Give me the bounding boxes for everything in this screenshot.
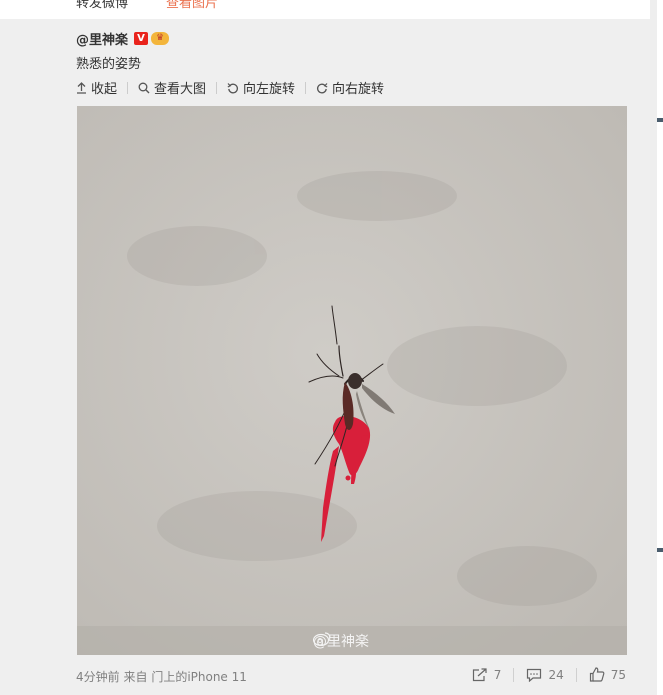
like-count: 75 [610,667,626,682]
member-crown-icon[interactable]: ♛ [151,32,170,45]
mosquito-photo [77,106,627,655]
rotate-left-button[interactable]: 向左旋转 [227,78,295,97]
image-toolbar: 收起 查看大图 向左旋转 向右旋转 [76,78,384,97]
rotate-left-icon [227,82,239,93]
post-text: 熟悉的姿势 [76,57,142,72]
comment-count: 24 [548,667,564,682]
toolbar-divider [305,81,307,94]
thumbs-up-icon [589,667,605,682]
repost-count: 7 [493,667,502,682]
comment-button[interactable]: 24 [526,667,564,682]
collapse-button[interactable]: 收起 [76,78,117,97]
collapse-label: 收起 [91,82,118,97]
weibo-logo-icon [313,632,331,646]
post-source[interactable]: 门上的iPhone 11 [151,670,247,684]
comment-icon [527,668,542,682]
repost-icon [472,667,487,681]
source-from-label: 来自 [123,670,148,684]
search-icon [138,82,150,93]
repost-label: 转发微博 [76,0,129,11]
panel-marker [657,548,663,552]
author-row: @里神楽 V ♛ [76,29,170,48]
panel-marker [657,118,663,122]
post-image[interactable]: @里神楽 [77,106,627,655]
repost-button[interactable]: 7 [472,667,502,682]
rotate-right-icon [317,82,328,93]
post-meta: 4分钟前 来自 门上的iPhone 11 [76,668,247,685]
verified-badge-icon[interactable]: V [134,32,149,45]
image-watermark: @里神楽 [313,631,369,651]
repost-card: @里神楽 V ♛ 熟悉的姿势 收起 查看大图 向左旋转 向右旋转 @里神楽 4分… [0,19,650,695]
right-panel-edge [657,0,663,695]
footer-divider [513,667,515,682]
collapse-up-icon [77,81,86,94]
view-large-button[interactable]: 查看大图 [138,78,206,97]
post-actions: 7 24 75 [472,667,626,682]
toolbar-divider [216,81,218,94]
rotate-right-button[interactable]: 向右旋转 [316,78,384,97]
rotate-right-label: 向右旋转 [332,82,385,97]
footer-divider [575,667,577,682]
view-large-label: 查看大图 [154,82,207,97]
toolbar-divider [127,81,129,94]
rotate-left-label: 向左旋转 [243,82,296,97]
post-time[interactable]: 4分钟前 [76,670,120,684]
author-link[interactable]: @里神楽 [76,29,128,48]
like-button[interactable]: 75 [589,667,626,682]
previous-post-footer: 转发微博 查看图片 [0,0,650,19]
view-image-link[interactable]: 查看图片 [166,0,218,11]
